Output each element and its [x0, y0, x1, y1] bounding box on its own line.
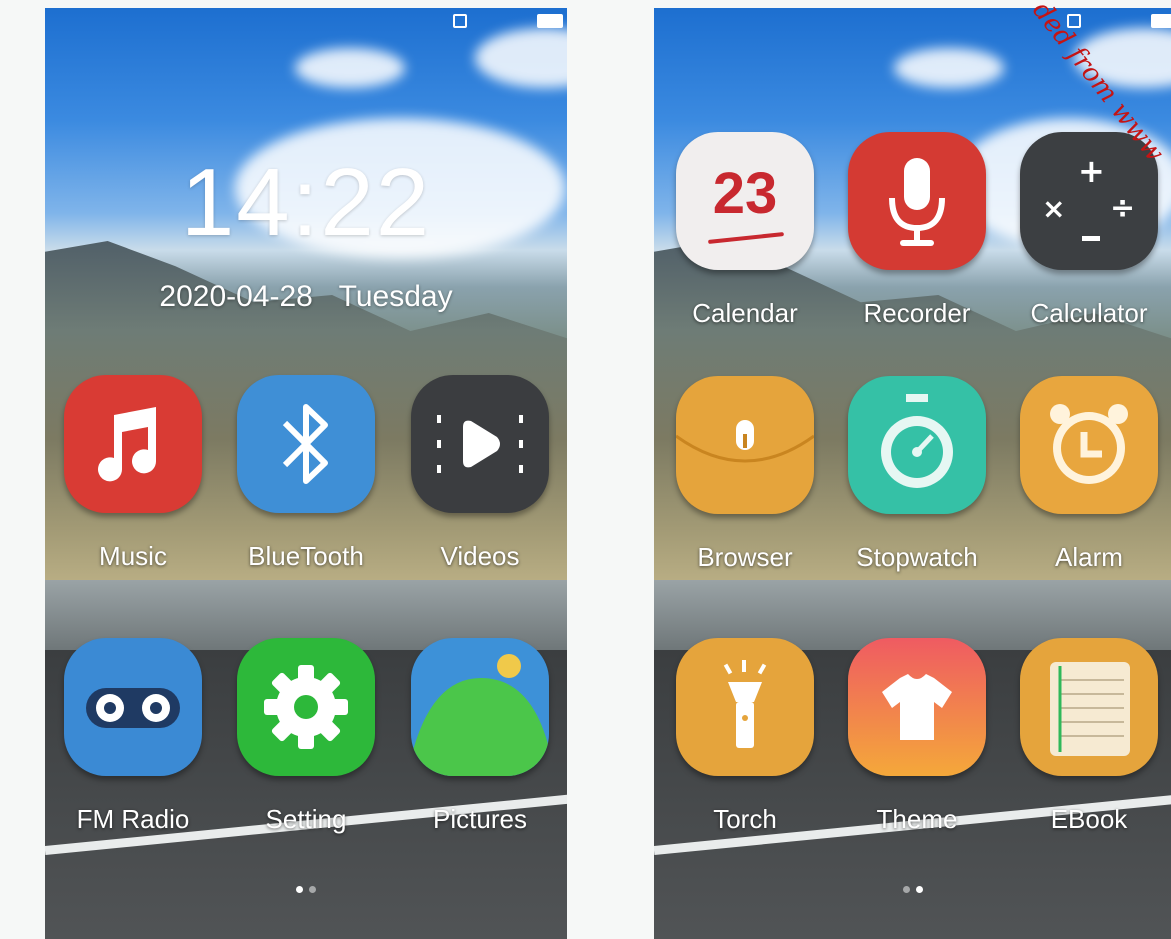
app-label: Calculator [1030, 298, 1148, 328]
app-alarm[interactable]: Alarm [1004, 376, 1171, 573]
bluetooth-icon [237, 375, 375, 513]
right-phone-screen: 23 Calendar Recorder + × ÷ Calculator Brow… [654, 8, 1171, 939]
tshirt-icon [848, 638, 986, 776]
page-indicator [902, 886, 923, 893]
page-dot-2[interactable] [915, 886, 923, 893]
app-label: Recorder [863, 298, 971, 328]
app-label: Browser [697, 542, 793, 572]
app-label: Torch [713, 804, 777, 834]
app-bluetooth[interactable]: BlueTooth [221, 375, 391, 572]
video-play-icon [411, 375, 549, 513]
page-dot-2[interactable] [309, 886, 316, 893]
app-label: BlueTooth [248, 541, 364, 571]
left-phone-screen: 14:22 2020-04-28 Tuesday Music BlueTooth… [45, 8, 567, 939]
app-pictures[interactable]: Pictures [395, 638, 565, 835]
sim-card-icon [453, 14, 467, 28]
app-label: Pictures [433, 804, 527, 834]
status-bar [1067, 14, 1171, 28]
app-music[interactable]: Music [48, 375, 218, 572]
app-label: Setting [265, 804, 347, 834]
calendar-day-badge: 23 [712, 161, 778, 226]
app-theme[interactable]: Theme [832, 638, 1002, 835]
app-videos[interactable]: Videos [395, 375, 565, 572]
gear-icon [237, 638, 375, 776]
clock-date: 2020-04-28 Tuesday [45, 280, 567, 314]
stopwatch-icon [848, 376, 986, 514]
app-stopwatch[interactable]: Stopwatch [832, 376, 1002, 573]
battery-icon [1151, 14, 1171, 28]
app-setting[interactable]: Setting [221, 638, 391, 835]
battery-icon [537, 14, 563, 28]
app-label: Videos [440, 541, 520, 571]
app-label: Alarm [1055, 542, 1123, 572]
page-indicator [296, 886, 316, 893]
browser-icon [675, 376, 815, 514]
radio-icon [64, 638, 202, 776]
picture-icon [411, 638, 549, 776]
status-bar [453, 14, 563, 28]
alarm-clock-icon [1020, 376, 1158, 514]
app-calendar[interactable]: 23 Calendar [660, 132, 830, 329]
svg-text:×: × [1042, 192, 1065, 225]
app-label: EBook [1050, 804, 1128, 834]
app-fm-radio[interactable]: FM Radio [48, 638, 218, 835]
svg-text:+: + [1078, 152, 1105, 190]
ebook-icon [1020, 638, 1158, 776]
app-browser[interactable]: Browser [660, 376, 830, 573]
weekday-text: Tuesday [338, 280, 453, 313]
app-label: Stopwatch [856, 542, 978, 572]
page-dot-1[interactable] [902, 886, 910, 893]
app-label: Calendar [692, 298, 798, 328]
page-dot-1[interactable] [296, 886, 303, 893]
torch-icon [676, 638, 814, 776]
music-note-icon [64, 375, 202, 513]
calendar-icon: 23 [676, 132, 814, 270]
app-recorder[interactable]: Recorder [832, 132, 1002, 329]
app-label: FM Radio [76, 804, 190, 834]
date-text: 2020-04-28 [159, 280, 313, 313]
app-label: Music [99, 541, 167, 571]
app-torch[interactable]: Torch [660, 638, 830, 835]
microphone-icon [848, 132, 986, 270]
app-label: Theme [876, 804, 958, 834]
app-ebook[interactable]: EBook [1004, 638, 1171, 835]
clock-time: 14:22 [180, 149, 432, 256]
svg-text:÷: ÷ [1110, 191, 1135, 226]
